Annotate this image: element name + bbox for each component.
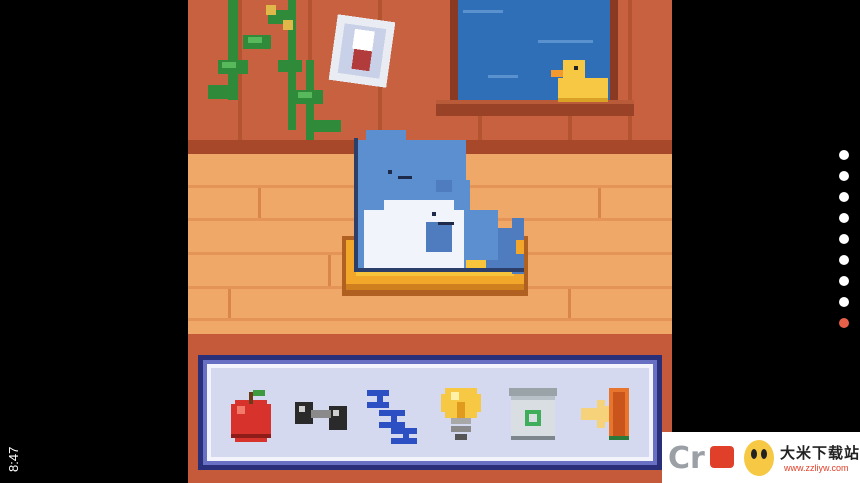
recycle-bin-icon	[509, 388, 557, 440]
page-dot[interactable]	[839, 171, 849, 181]
sleep-button[interactable]	[361, 382, 421, 446]
svg-text:Cr: Cr	[668, 441, 705, 476]
exit-door-icon	[581, 388, 629, 440]
page-dot[interactable]	[839, 150, 849, 160]
page-dot[interactable]	[839, 213, 849, 223]
exit-button[interactable]	[575, 382, 635, 446]
status-time: 8:47	[6, 446, 21, 472]
page-dot[interactable]	[839, 192, 849, 202]
page-dot[interactable]	[839, 234, 849, 244]
page-dot[interactable]	[839, 276, 849, 286]
egg-mascot-icon	[744, 440, 774, 476]
dumbbell-icon	[295, 402, 347, 430]
watermark-url: www.zzliyw.com	[784, 463, 849, 473]
watermark: Cr 大米下载站 www.zzliyw.com	[662, 432, 860, 483]
feed-button[interactable]	[221, 382, 281, 446]
zzz-icon	[367, 390, 417, 444]
lightbulb-icon	[441, 388, 481, 440]
page-dot-active[interactable]	[839, 318, 849, 328]
watermark-title: 大米下载站	[780, 444, 860, 462]
page-dot[interactable]	[839, 297, 849, 307]
light-button[interactable]	[431, 382, 491, 446]
page-dot[interactable]	[839, 255, 849, 265]
action-toolbar	[198, 355, 662, 470]
page-indicator	[836, 150, 852, 340]
clean-button[interactable]	[503, 382, 563, 446]
apple-icon	[231, 390, 271, 442]
watermark-logo-icon: Cr	[666, 436, 736, 478]
exercise-button[interactable]	[291, 382, 351, 446]
